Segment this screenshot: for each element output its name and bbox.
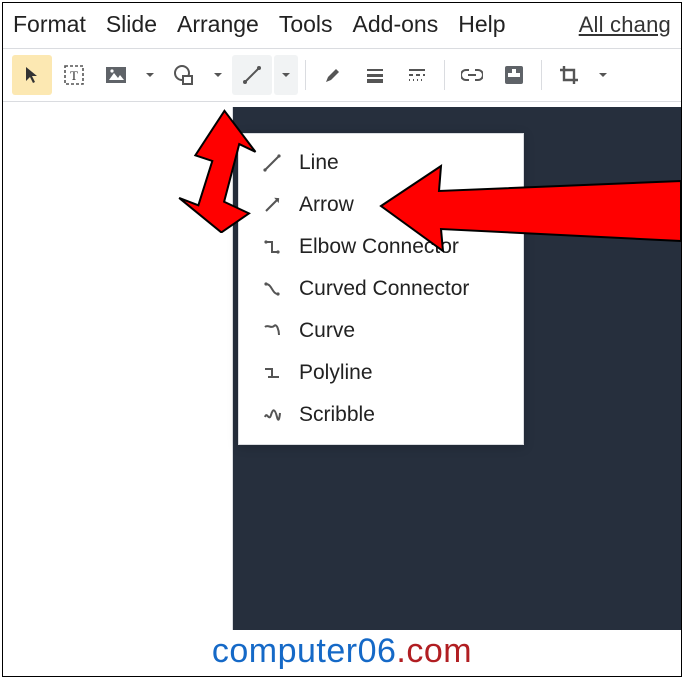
shape-dropdown[interactable] — [206, 55, 230, 95]
comment-icon — [503, 64, 525, 86]
line-weight-icon — [365, 67, 385, 83]
select-tool-button[interactable] — [12, 55, 52, 95]
line-option-label: Elbow Connector — [299, 235, 459, 259]
menu-slide[interactable]: Slide — [106, 11, 157, 38]
line-option-label: Polyline — [299, 361, 373, 385]
toolbar: T — [3, 48, 681, 102]
line-option-scribble[interactable]: Scribble — [239, 394, 523, 436]
curve-icon — [261, 320, 283, 342]
watermark: computer06.com — [3, 626, 681, 676]
crop-dropdown[interactable] — [591, 55, 615, 95]
menu-tools[interactable]: Tools — [279, 11, 333, 38]
scribble-icon — [261, 404, 283, 426]
shape-icon — [173, 64, 195, 86]
image-icon — [105, 66, 127, 84]
image-dropdown[interactable] — [138, 55, 162, 95]
pen-icon — [323, 65, 343, 85]
line-option-label: Scribble — [299, 403, 375, 427]
select-arrow-icon — [22, 65, 42, 85]
chevron-down-icon — [598, 70, 608, 80]
polyline-icon — [261, 362, 283, 384]
chevron-down-icon — [213, 70, 223, 80]
toolbar-separator — [305, 60, 306, 90]
text-box-icon: T — [63, 64, 85, 86]
line-option-arrow[interactable]: Arrow — [239, 184, 523, 226]
line-option-elbow[interactable]: Elbow Connector — [239, 226, 523, 268]
chevron-down-icon — [281, 70, 291, 80]
line-tool-button[interactable] — [232, 55, 272, 95]
line-dropdown-menu: Line Arrow Elbow Connector Curved Connec… — [238, 133, 524, 445]
arrow-diag-icon — [261, 194, 283, 216]
insert-link-button[interactable] — [452, 55, 492, 95]
shape-button[interactable] — [164, 55, 204, 95]
watermark-text-1: computer06 — [212, 632, 397, 671]
line-option-line[interactable]: Line — [239, 142, 523, 184]
chevron-down-icon — [145, 70, 155, 80]
crop-button[interactable] — [549, 55, 589, 95]
line-option-polyline[interactable]: Polyline — [239, 352, 523, 394]
elbow-icon — [261, 236, 283, 258]
line-option-label: Curve — [299, 319, 355, 343]
link-icon — [461, 68, 483, 82]
line-tool-dropdown[interactable] — [274, 55, 298, 95]
line-option-curved-connector[interactable]: Curved Connector — [239, 268, 523, 310]
add-comment-button[interactable] — [494, 55, 534, 95]
line-tool-icon — [241, 64, 263, 86]
line-diag-icon — [261, 152, 283, 174]
crop-icon — [558, 64, 580, 86]
menubar: Format Slide Arrange Tools Add-ons Help … — [3, 3, 681, 48]
watermark-text-2: .com — [396, 632, 472, 671]
app-frame: Format Slide Arrange Tools Add-ons Help … — [2, 2, 682, 677]
menu-arrange[interactable]: Arrange — [177, 11, 259, 38]
menu-addons[interactable]: Add-ons — [353, 11, 439, 38]
line-option-label: Line — [299, 151, 339, 175]
line-dash-button[interactable] — [397, 55, 437, 95]
textbox-button[interactable]: T — [54, 55, 94, 95]
line-dash-icon — [407, 67, 427, 83]
pen-button[interactable] — [313, 55, 353, 95]
menu-format[interactable]: Format — [13, 11, 86, 38]
line-weight-button[interactable] — [355, 55, 395, 95]
menu-help[interactable]: Help — [458, 11, 505, 38]
changes-saved-link[interactable]: All chang — [579, 12, 671, 38]
svg-text:T: T — [70, 68, 78, 83]
curved-conn-icon — [261, 278, 283, 300]
line-option-curve[interactable]: Curve — [239, 310, 523, 352]
line-option-label: Arrow — [299, 193, 354, 217]
line-option-label: Curved Connector — [299, 277, 469, 301]
toolbar-separator — [541, 60, 542, 90]
slide-panel[interactable] — [3, 107, 233, 630]
image-button[interactable] — [96, 55, 136, 95]
toolbar-separator — [444, 60, 445, 90]
